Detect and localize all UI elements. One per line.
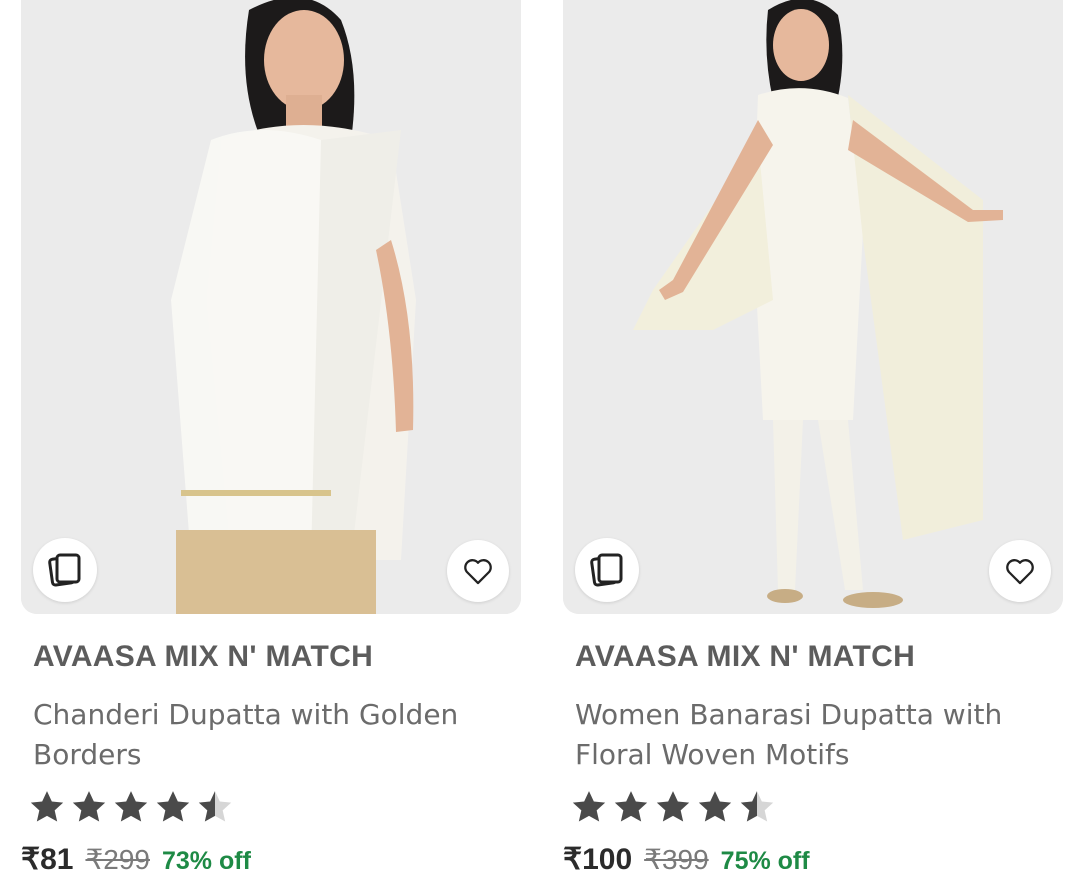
- heart-icon: [464, 559, 492, 585]
- star-icon: [656, 791, 690, 822]
- product-card[interactable]: AVAASA MIX N' MATCH Women Banarasi Dupat…: [563, 0, 1063, 876]
- similar-products-button[interactable]: [33, 538, 97, 602]
- wishlist-button[interactable]: [447, 540, 509, 602]
- wishlist-button[interactable]: [989, 540, 1051, 602]
- star-icon: [614, 791, 648, 822]
- product-photo: [21, 0, 521, 614]
- original-price: ₹299: [85, 844, 150, 875]
- star-icon: [30, 791, 64, 822]
- product-grid: AVAASA MIX N' MATCH Chanderi Dupatta wit…: [0, 0, 1084, 896]
- product-brand: AVAASA MIX N' MATCH: [33, 640, 374, 673]
- product-image[interactable]: [21, 0, 521, 614]
- rating-stars: [27, 787, 235, 827]
- product-title[interactable]: Women Banarasi Dupatta with Floral Woven…: [575, 695, 1045, 775]
- product-image[interactable]: [563, 0, 1063, 614]
- product-brand: AVAASA MIX N' MATCH: [575, 640, 916, 673]
- selling-price: ₹100: [563, 843, 633, 876]
- half-star-icon: [198, 791, 232, 822]
- price-row: ₹100 ₹399 75% off: [563, 842, 810, 877]
- star-icon: [156, 791, 190, 822]
- rating-stars: [569, 787, 777, 827]
- star-icon: [698, 791, 732, 822]
- half-star-icon: [740, 791, 774, 822]
- similar-products-button[interactable]: [575, 538, 639, 602]
- product-card[interactable]: AVAASA MIX N' MATCH Chanderi Dupatta wit…: [21, 0, 521, 876]
- price-row: ₹81 ₹299 73% off: [21, 842, 251, 877]
- star-icon: [572, 791, 606, 822]
- star-icon: [72, 791, 106, 822]
- product-title[interactable]: Chanderi Dupatta with Golden Borders: [33, 695, 503, 775]
- similar-products-icon: [590, 553, 623, 587]
- heart-icon: [1006, 559, 1034, 585]
- product-photo: [563, 0, 1063, 614]
- discount-label: 73% off: [162, 847, 251, 875]
- discount-label: 75% off: [720, 847, 810, 875]
- selling-price: ₹81: [21, 843, 74, 876]
- original-price: ₹399: [644, 844, 709, 875]
- star-icon: [114, 791, 148, 822]
- similar-products-icon: [48, 553, 81, 587]
